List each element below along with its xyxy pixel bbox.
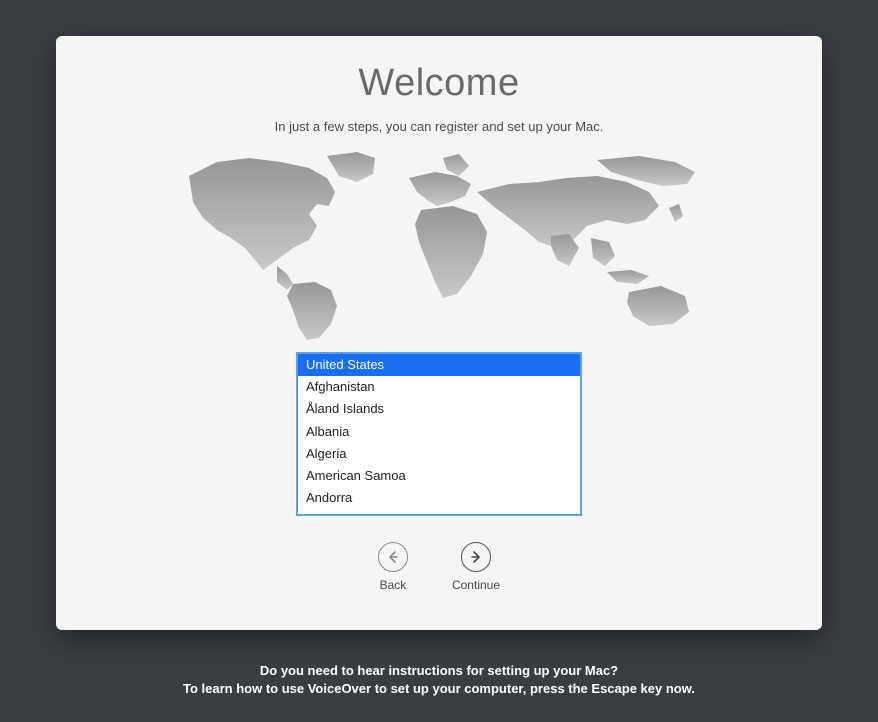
country-list[interactable]: United StatesAfghanistanÅland IslandsAlb…: [296, 352, 582, 516]
back-button[interactable]: Back: [378, 542, 408, 592]
arrow-right-icon: [461, 542, 491, 572]
country-item[interactable]: Åland Islands: [298, 398, 580, 420]
back-label: Back: [380, 578, 407, 592]
world-map-icon: [159, 148, 719, 344]
page-title: Welcome: [358, 62, 519, 105]
country-item[interactable]: American Samoa: [298, 465, 580, 487]
nav-row: Back Continue: [378, 542, 500, 592]
continue-label: Continue: [452, 578, 500, 592]
country-item[interactable]: Angola: [298, 509, 580, 516]
country-item[interactable]: Albania: [298, 421, 580, 443]
country-item[interactable]: Algeria: [298, 443, 580, 465]
setup-assistant-panel: Welcome In just a few steps, you can reg…: [56, 36, 822, 630]
country-item[interactable]: Afghanistan: [298, 376, 580, 398]
voiceover-hint-line2: To learn how to use VoiceOver to set up …: [0, 680, 878, 698]
country-item[interactable]: United States: [298, 354, 580, 376]
page-subtitle: In just a few steps, you can register an…: [275, 119, 604, 134]
arrow-left-icon: [378, 542, 408, 572]
continue-button[interactable]: Continue: [452, 542, 500, 592]
voiceover-hint-line1: Do you need to hear instructions for set…: [0, 662, 878, 680]
country-item[interactable]: Andorra: [298, 487, 580, 509]
voiceover-hint: Do you need to hear instructions for set…: [0, 662, 878, 698]
